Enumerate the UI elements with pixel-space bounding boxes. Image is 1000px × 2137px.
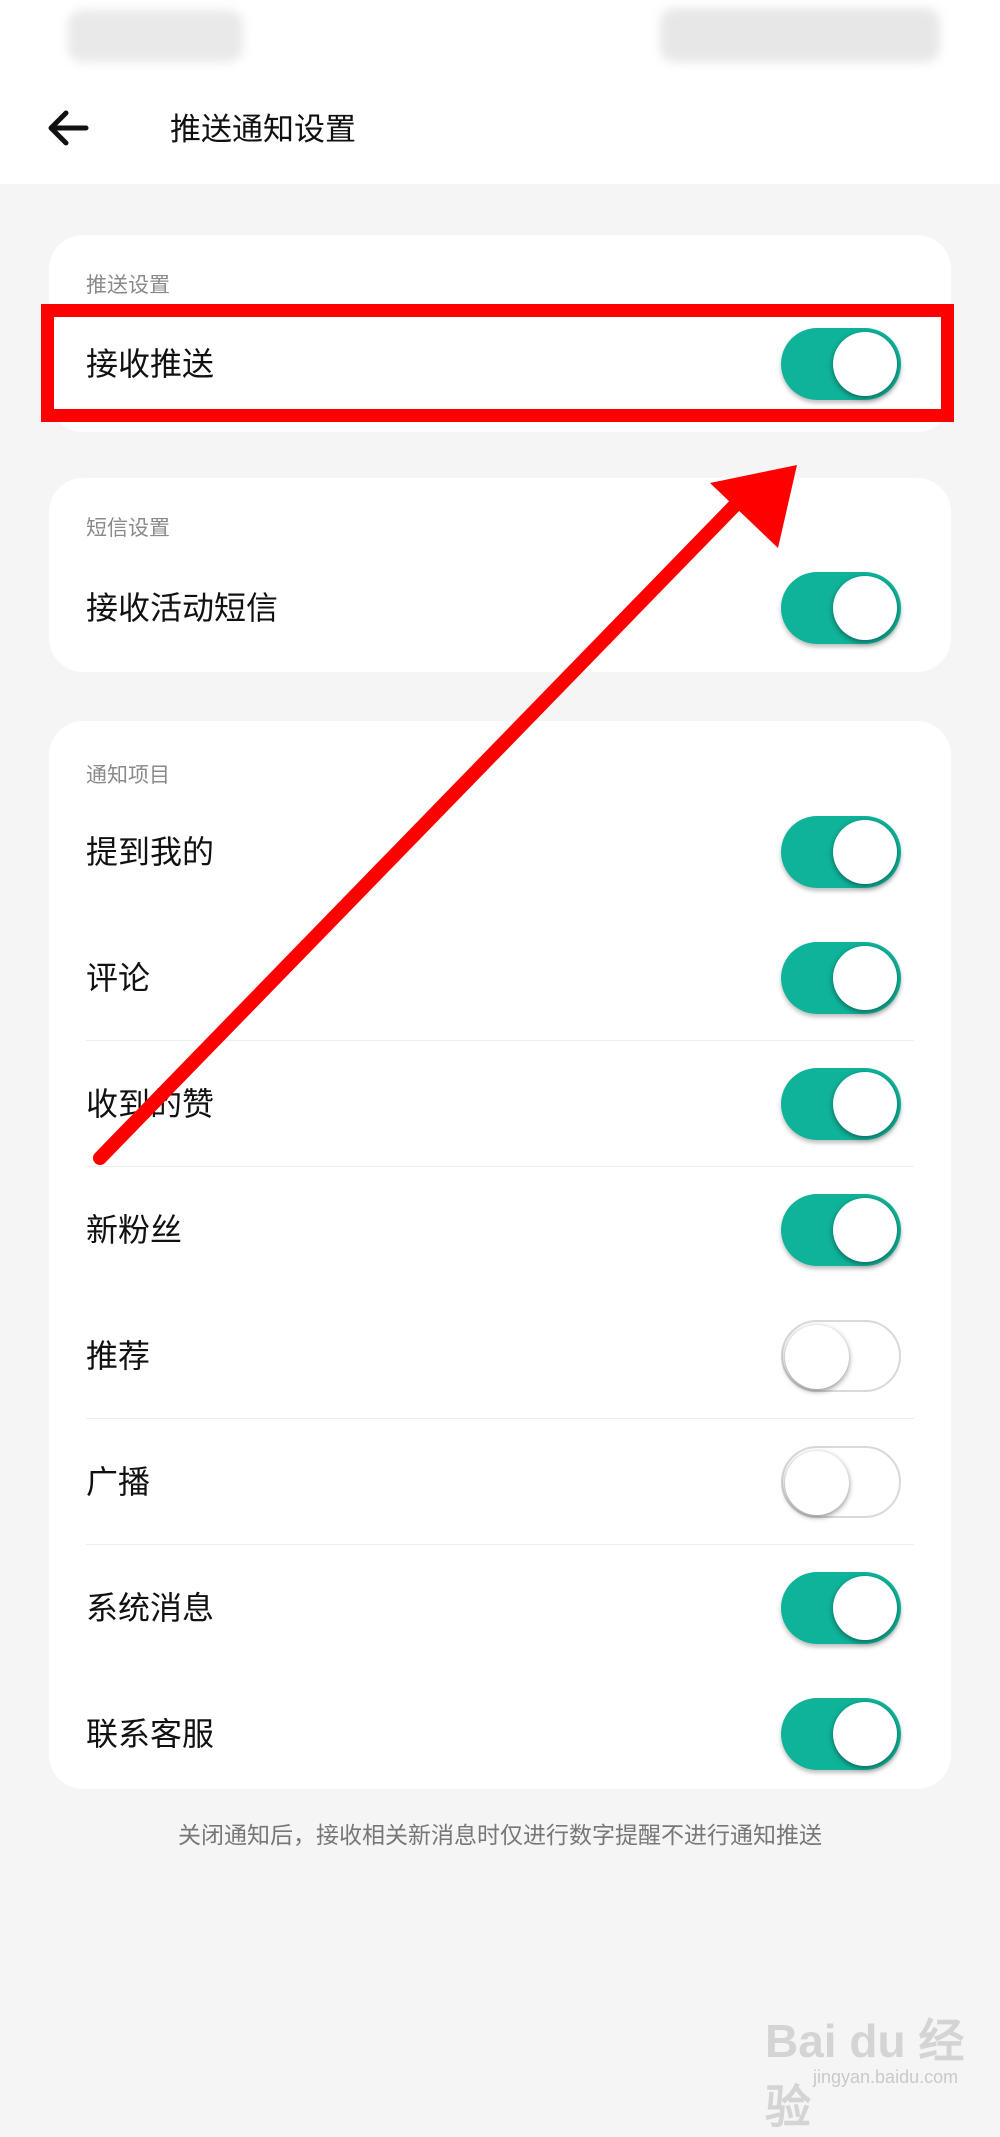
toggle-switch[interactable] [781,942,901,1014]
page-title: 推送通知设置 [170,112,356,148]
watermark-brand: Bai du 经验 [765,2015,965,2133]
sms-settings-card: 短信设置 接收活动短信 [49,478,951,672]
status-bar-right-blurred [660,8,940,62]
toggle-switch[interactable] [781,1698,901,1770]
setting-row-customer-service: 联系客服 [49,1671,951,1797]
setting-row-new-followers: 新粉丝 [49,1167,951,1293]
toggle-knob [833,1072,897,1136]
toggle-knob [833,1702,897,1766]
setting-row-receive-push: 接收推送 [49,304,951,424]
toggle-knob [785,1451,849,1515]
push-settings-card: 推送设置 接收推送 [49,235,951,432]
setting-row-broadcast: 广播 [49,1419,951,1545]
back-arrow-icon [48,110,89,146]
setting-label: 提到我的 [86,833,215,871]
baidu-jingyan-watermark: Bai du 经验 jingyan.baidu.com [765,2005,975,2133]
setting-row-comments: 评论 [49,915,951,1041]
toggle-knob [785,1325,849,1389]
toggle-knob [833,946,897,1010]
status-bar-left-blurred [68,10,243,62]
toggle-switch[interactable] [781,328,901,400]
setting-row-likes: 收到的赞 [49,1041,951,1167]
toggle-knob [833,576,897,640]
setting-label: 系统消息 [86,1589,215,1627]
toggle-switch[interactable] [781,1320,901,1392]
section-header-notify: 通知项目 [86,763,170,787]
setting-label: 收到的赞 [86,1085,215,1123]
watermark-url: jingyan.baidu.com [813,2067,959,2087]
setting-label: 联系客服 [86,1715,215,1753]
setting-row-mentions: 提到我的 [49,789,951,915]
setting-row-system-messages: 系统消息 [49,1545,951,1671]
toggle-knob [833,820,897,884]
toggle-switch[interactable] [781,1446,901,1518]
notification-items-card: 通知项目 提到我的 评论 收到的赞 新粉丝 推荐 广播 系统消息 联系客服 [49,721,951,1789]
toggle-switch[interactable] [781,1194,901,1266]
back-button[interactable] [40,100,96,156]
setting-row-receive-sms: 接收活动短信 [49,548,951,668]
setting-label: 推荐 [86,1337,151,1375]
toggle-switch[interactable] [781,572,901,644]
footer-note: 关闭通知后，接收相关新消息时仅进行数字提醒不进行通知推送 [178,1823,822,1849]
setting-row-recommend: 推荐 [49,1293,951,1419]
toggle-knob [833,1198,897,1262]
section-header-push: 推送设置 [86,273,170,297]
toggle-switch[interactable] [781,1572,901,1644]
toggle-knob [833,1576,897,1640]
toggle-switch[interactable] [781,1068,901,1140]
setting-label: 广播 [86,1463,151,1501]
setting-label: 评论 [86,959,151,997]
setting-label: 接收推送 [86,345,215,383]
setting-label: 新粉丝 [86,1211,183,1249]
top-bar: 推送通知设置 [0,0,1000,184]
setting-label: 接收活动短信 [86,589,279,627]
toggle-switch[interactable] [781,816,901,888]
toggle-knob [833,332,897,396]
section-header-sms: 短信设置 [86,516,170,540]
